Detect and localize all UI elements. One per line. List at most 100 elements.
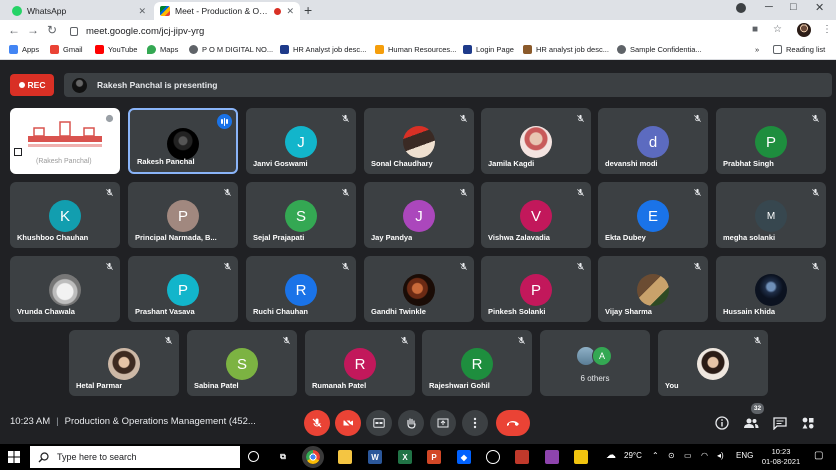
hr-grid-icon <box>523 45 532 54</box>
volume-icon[interactable]: ◂) <box>717 451 724 460</box>
bookmark-star-icon[interactable]: ☆ <box>773 24 782 35</box>
weather-temperature[interactable]: 29°C <box>624 451 642 460</box>
avatar: R <box>461 348 493 380</box>
participant-tile[interactable]: Gandhi Twinkle <box>364 256 474 322</box>
meeting-details[interactable]: 10:23 AM | Production & Operations Managem… <box>10 416 256 427</box>
participant-tile[interactable]: S Sabina Patel <box>187 330 297 396</box>
bookmark-pom[interactable]: P O M DIGITAL NO... <box>189 45 273 54</box>
menu-icon[interactable]: ⋮ <box>822 24 832 35</box>
excel-icon[interactable]: X <box>398 450 412 464</box>
taskbar-clock[interactable]: 10:23 01-08-2021 <box>758 447 804 467</box>
file-explorer-icon[interactable] <box>338 450 352 464</box>
recording-badge[interactable]: REC <box>10 74 54 96</box>
fullscreen-icon[interactable] <box>14 148 22 156</box>
leave-call-button[interactable] <box>496 410 530 436</box>
present-button[interactable] <box>430 410 456 436</box>
network-icon[interactable]: ⊙ <box>668 451 675 460</box>
task-view-icon[interactable]: ⧉ <box>276 450 290 464</box>
bookmark-human-resources[interactable]: Human Resources... <box>375 45 456 54</box>
pin-icon[interactable] <box>105 114 114 123</box>
participant-tile[interactable]: P Prashant Vasava <box>128 256 238 322</box>
back-icon[interactable]: ← <box>8 23 20 37</box>
mic-muted-icon <box>460 262 467 270</box>
participant-tile[interactable]: J Jay Pandya <box>364 182 474 248</box>
forward-icon[interactable]: → <box>27 23 39 37</box>
windows-start-icon[interactable] <box>8 451 20 463</box>
more-bookmarks-icon[interactable]: » <box>755 45 759 54</box>
others-tile[interactable]: A 6 others <box>540 330 650 396</box>
participant-tile[interactable]: R Ruchi Chauhan <box>246 256 356 322</box>
participant-tile[interactable]: Vijay Sharma <box>598 256 708 322</box>
participant-tile[interactable]: P Principal Narmada, B... <box>128 182 238 248</box>
mic-muted-icon <box>518 336 525 344</box>
participant-tile[interactable]: Vrunda Chawala <box>10 256 120 322</box>
reload-icon[interactable]: ↻ <box>47 23 57 37</box>
close-icon[interactable]: ✕ <box>138 6 146 17</box>
participant-tile[interactable]: Jamila Kagdi <box>481 108 591 174</box>
screen-share-tile[interactable]: (Rakesh Panchal) <box>10 108 120 174</box>
participant-tile[interactable]: Mmegha solanki <box>716 182 826 248</box>
dropbox-icon[interactable]: ◆ <box>457 450 471 464</box>
participant-tile[interactable]: K Khushboo Chauhan <box>10 182 120 248</box>
bookmark-sample[interactable]: Sample Confidentia... <box>617 45 702 54</box>
wifi-icon[interactable]: ◠ <box>701 451 708 460</box>
participant-tile[interactable]: Rakesh Panchal <box>128 108 238 174</box>
bookmark-hr-analyst[interactable]: HR Analyst job desc... <box>280 45 366 54</box>
bookmark-login[interactable]: Login Page <box>463 45 514 54</box>
minimize-icon[interactable]: ─ <box>765 1 773 13</box>
people-button[interactable] <box>741 413 761 433</box>
close-window-icon[interactable]: ✕ <box>815 1 824 14</box>
close-icon[interactable]: ✕ <box>286 6 294 17</box>
participant-tile[interactable]: P Pinkesh Solanki <box>481 256 591 322</box>
participant-tile[interactable]: R Rumanah Patel <box>305 330 415 396</box>
participant-tile[interactable]: Hussain Khida <box>716 256 826 322</box>
more-options-button[interactable] <box>462 410 488 436</box>
bookmark-hr-analyst-2[interactable]: HR analyst job desc... <box>523 45 609 54</box>
participant-tile[interactable]: Hetal Parmar <box>69 330 179 396</box>
participant-name: Rumanah Patel <box>312 381 367 390</box>
cortana-icon[interactable] <box>248 451 259 462</box>
address-bar[interactable]: meet.google.com/jcj-jipv-yrg <box>66 22 740 40</box>
circle-app-icon[interactable] <box>486 450 500 464</box>
camera-icon[interactable]: ■ <box>752 24 758 35</box>
video-app-icon[interactable] <box>545 450 559 464</box>
camera-button[interactable] <box>335 410 361 436</box>
captions-button[interactable] <box>366 410 392 436</box>
media-app-icon[interactable] <box>515 450 529 464</box>
participant-tile[interactable]: R Rajeshwari Gohil <box>422 330 532 396</box>
participant-tile[interactable]: E Ekta Dubey <box>598 182 708 248</box>
avatar: d <box>637 126 669 158</box>
participant-tile[interactable]: Sonal Chaudhary <box>364 108 474 174</box>
tab-meet[interactable]: Meet - Production & Operati ✕ <box>154 2 300 20</box>
language-indicator[interactable]: ENG <box>736 451 753 460</box>
bookmark-apps[interactable]: Apps <box>9 45 39 54</box>
word-icon[interactable]: W <box>368 450 382 464</box>
participant-tile[interactable]: You <box>658 330 768 396</box>
microphone-button[interactable] <box>304 410 330 436</box>
notifications-icon[interactable]: ▢ <box>814 450 823 461</box>
tray-chevron-icon[interactable]: ⌃ <box>652 451 659 460</box>
maximize-icon[interactable]: □ <box>790 1 797 13</box>
tab-whatsapp[interactable]: WhatsApp ✕ <box>6 2 152 20</box>
bookmark-gmail[interactable]: Gmail <box>50 45 83 54</box>
participant-tile[interactable]: d devanshi modi <box>598 108 708 174</box>
meeting-details-button[interactable] <box>712 413 732 433</box>
participant-tile[interactable]: P Prabhat Singh <box>716 108 826 174</box>
participant-tile[interactable]: S Sejal Prajapati <box>246 182 356 248</box>
activities-button[interactable] <box>798 413 818 433</box>
bookmark-youtube[interactable]: YouTube <box>95 45 137 54</box>
taskbar-search[interactable]: Type here to search <box>30 446 240 468</box>
profile-avatar[interactable] <box>797 23 811 37</box>
bookmark-maps[interactable]: Maps <box>147 45 178 54</box>
participant-tile[interactable]: V Vishwa Zalavadia <box>481 182 591 248</box>
new-tab-button[interactable]: + <box>304 2 312 18</box>
raise-hand-button[interactable] <box>398 410 424 436</box>
participant-tile[interactable]: J Janvi Goswami <box>246 108 356 174</box>
sticky-notes-icon[interactable] <box>574 450 588 464</box>
tab-search-icon[interactable] <box>736 3 746 13</box>
chrome-taskbar-icon[interactable] <box>302 446 324 468</box>
reading-list[interactable]: Reading list <box>773 45 825 54</box>
battery-icon[interactable]: ▭ <box>684 451 692 460</box>
chat-button[interactable] <box>770 413 790 433</box>
powerpoint-icon[interactable]: P <box>427 450 441 464</box>
